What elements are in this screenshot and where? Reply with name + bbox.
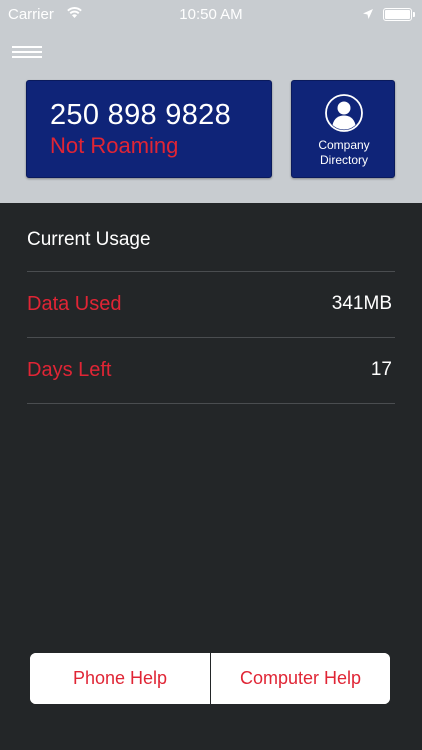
days-left-value: 17 [370,359,392,380]
divider [27,337,395,338]
status-time: 10:50 AM [179,6,243,23]
hamburger-menu-icon[interactable] [12,46,42,60]
divider [27,271,395,272]
phone-number: 250 898 9828 [50,99,231,131]
data-used-value: 341MB [331,293,392,314]
roaming-status: Not Roaming [50,133,179,158]
company-directory-button[interactable]: Company Directory [291,80,395,178]
days-left-label: Days Left [27,359,112,381]
battery-icon [383,8,415,21]
company-directory-label: Company Directory [318,138,370,167]
phone-number-card: 250 898 9828 Not Roaming [26,80,272,178]
status-bar: Carrier 10:50 AM [0,0,422,30]
data-used-label: Data Used [27,293,122,315]
current-usage-title: Current Usage [27,229,151,250]
header-panel: Carrier 10:50 AM 250 898 9828 Not Roamin… [0,0,422,203]
divider [27,403,395,404]
phone-help-button[interactable]: Phone Help [30,653,210,704]
help-button-bar: Phone Help Computer Help [30,653,390,704]
computer-help-button[interactable]: Computer Help [210,653,390,704]
person-avatar-icon [325,94,363,132]
location-arrow-icon [362,7,374,24]
